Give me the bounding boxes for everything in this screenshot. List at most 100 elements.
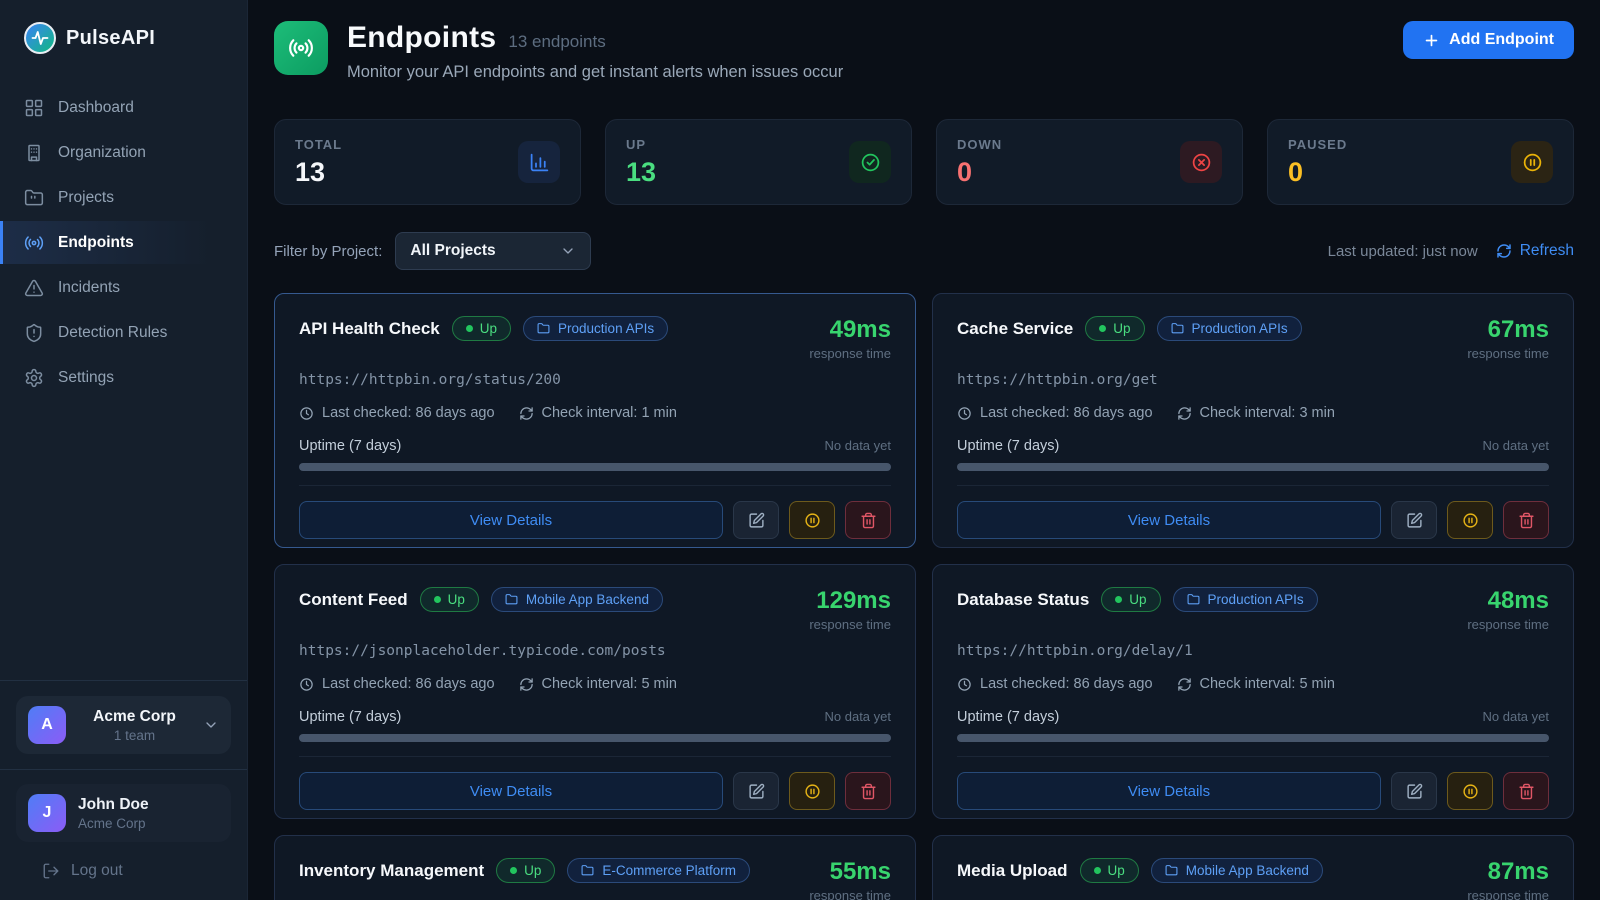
user-section: J John Doe Acme Corp Log out: [0, 769, 247, 900]
org-avatar: A: [28, 706, 66, 744]
stat-label: DOWN: [957, 137, 1002, 152]
endpoint-name: Content Feed: [299, 590, 408, 610]
edit-icon: [748, 512, 765, 529]
uptime-status: No data yet: [825, 709, 892, 724]
endpoint-name: Media Upload: [957, 861, 1068, 881]
check-circle-icon: [849, 141, 891, 183]
stat-value: 13: [295, 157, 342, 188]
uptime-status: No data yet: [1483, 438, 1550, 453]
clock-icon: [957, 677, 972, 692]
endpoint-cards-grid: API Health Check Up Production APIs 49ms…: [274, 293, 1574, 900]
project-badge[interactable]: Mobile App Backend: [491, 587, 663, 612]
view-details-button[interactable]: View Details: [299, 501, 723, 539]
page-header: Endpoints 13 endpoints Monitor your API …: [274, 21, 1574, 82]
detection-rules-icon: [24, 323, 44, 343]
uptime-progress-bar: [299, 463, 891, 471]
pause-endpoint-button[interactable]: [1447, 501, 1493, 539]
trash-icon: [860, 512, 877, 529]
pause-endpoint-button[interactable]: [789, 501, 835, 539]
endpoint-card: Media Upload Up Mobile App Backend 87ms …: [932, 835, 1574, 900]
delete-endpoint-button[interactable]: [845, 501, 891, 539]
delete-endpoint-button[interactable]: [1503, 501, 1549, 539]
uptime-label: Uptime (7 days): [299, 438, 401, 454]
view-details-button[interactable]: View Details: [299, 772, 723, 810]
sidebar-item-incidents[interactable]: Incidents: [0, 266, 247, 309]
sidebar-item-detection-rules[interactable]: Detection Rules: [0, 311, 247, 354]
uptime-progress-bar: [299, 734, 891, 742]
page-subtitle: Monitor your API endpoints and get insta…: [347, 63, 843, 82]
sidebar-item-label: Endpoints: [58, 234, 134, 252]
sidebar: PulseAPI Dashboard Organization Projects…: [0, 0, 248, 900]
sidebar-item-endpoints[interactable]: Endpoints: [0, 221, 247, 264]
sidebar-item-organization[interactable]: Organization: [0, 131, 247, 174]
edit-endpoint-button[interactable]: [1391, 501, 1437, 539]
uptime-progress-bar: [957, 734, 1549, 742]
main-content: Endpoints 13 endpoints Monitor your API …: [248, 0, 1600, 900]
status-badge: Up: [496, 858, 555, 883]
uptime-status: No data yet: [1483, 709, 1550, 724]
last-checked: Last checked: 86 days ago: [957, 405, 1153, 421]
uptime-progress-bar: [957, 463, 1549, 471]
endpoint-url: https://jsonplaceholder.typicode.com/pos…: [299, 643, 891, 659]
stat-label: TOTAL: [295, 137, 342, 152]
response-time-value: 129ms: [809, 587, 891, 615]
sidebar-item-dashboard[interactable]: Dashboard: [0, 86, 247, 129]
org-switcher[interactable]: A Acme Corp 1 team: [16, 696, 231, 754]
last-checked: Last checked: 86 days ago: [957, 676, 1153, 692]
status-badge: Up: [452, 316, 511, 341]
org-meta: 1 team: [66, 728, 203, 743]
sidebar-item-settings[interactable]: Settings: [0, 356, 247, 399]
interval-refresh-icon: [1177, 406, 1192, 421]
project-badge[interactable]: Mobile App Backend: [1151, 858, 1323, 883]
project-badge[interactable]: Production APIs: [1157, 316, 1302, 341]
stat-value: 0: [1288, 157, 1347, 188]
stats-row: TOTAL 13 UP 13 DOWN 0: [274, 119, 1574, 205]
project-filter-select[interactable]: All Projects: [395, 232, 591, 270]
edit-endpoint-button[interactable]: [1391, 772, 1437, 810]
check-interval: Check interval: 5 min: [519, 676, 677, 692]
refresh-icon: [1496, 243, 1512, 259]
org-name: Acme Corp: [66, 708, 203, 726]
project-filter-value: All Projects: [410, 242, 495, 260]
edit-endpoint-button[interactable]: [733, 501, 779, 539]
logout-label: Log out: [71, 862, 123, 880]
delete-endpoint-button[interactable]: [845, 772, 891, 810]
endpoint-name: Cache Service: [957, 319, 1073, 339]
chevron-down-icon: [560, 243, 576, 259]
plus-icon: [1423, 32, 1440, 49]
sidebar-item-projects[interactable]: Projects: [0, 176, 247, 219]
user-profile[interactable]: J John Doe Acme Corp: [16, 784, 231, 842]
add-endpoint-button[interactable]: Add Endpoint: [1403, 21, 1574, 59]
project-badge[interactable]: Production APIs: [523, 316, 668, 341]
organization-icon: [24, 143, 44, 163]
endpoint-name: Inventory Management: [299, 861, 484, 881]
clock-icon: [957, 406, 972, 421]
endpoint-card: Inventory Management Up E-Commerce Platf…: [274, 835, 916, 900]
endpoints-icon: [24, 233, 44, 253]
pause-endpoint-button[interactable]: [789, 772, 835, 810]
app-logo: PulseAPI: [0, 0, 247, 64]
logout-button[interactable]: Log out: [32, 842, 215, 900]
uptime-status: No data yet: [825, 438, 892, 453]
folder-icon: [1187, 593, 1200, 606]
folder-icon: [581, 864, 594, 877]
view-details-button[interactable]: View Details: [957, 501, 1381, 539]
edit-endpoint-button[interactable]: [733, 772, 779, 810]
stat-card-total: TOTAL 13: [274, 119, 581, 205]
edit-icon: [1406, 783, 1423, 800]
response-time-label: response time: [1467, 617, 1549, 632]
folder-icon: [1171, 322, 1184, 335]
sidebar-item-label: Dashboard: [58, 99, 134, 117]
status-dot: [1099, 325, 1106, 332]
pause-endpoint-button[interactable]: [1447, 772, 1493, 810]
view-details-button[interactable]: View Details: [957, 772, 1381, 810]
stat-card-up: UP 13: [605, 119, 912, 205]
endpoint-name: Database Status: [957, 590, 1089, 610]
refresh-button[interactable]: Refresh: [1496, 242, 1574, 260]
project-badge[interactable]: E-Commerce Platform: [567, 858, 750, 883]
project-badge[interactable]: Production APIs: [1173, 587, 1318, 612]
delete-endpoint-button[interactable]: [1503, 772, 1549, 810]
status-badge: Up: [420, 587, 479, 612]
pause-circle-icon: [1511, 141, 1553, 183]
endpoint-card: Content Feed Up Mobile App Backend 129ms…: [274, 564, 916, 819]
